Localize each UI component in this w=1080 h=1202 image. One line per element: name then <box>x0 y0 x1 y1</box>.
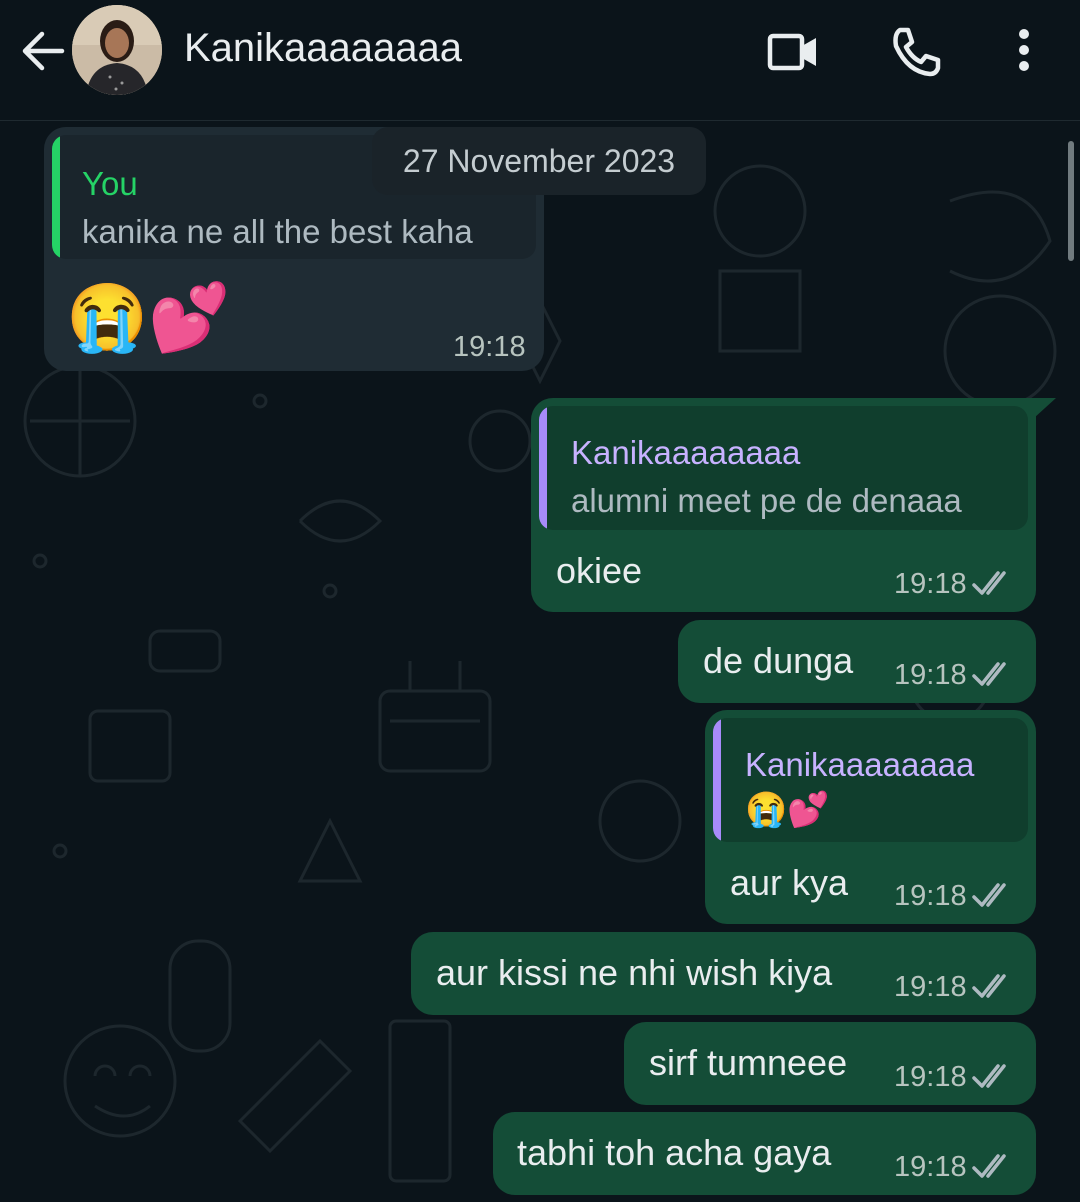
message-outgoing[interactable]: sirf tumneee 19:18 <box>624 1022 1036 1105</box>
message-text: tabhi toh acha gaya <box>517 1132 832 1173</box>
message-time: 19:18 <box>894 971 967 1003</box>
message-time: 19:18 <box>453 331 526 363</box>
back-arrow-icon[interactable] <box>18 26 68 76</box>
read-ticks-icon <box>972 1064 1006 1088</box>
message-outgoing[interactable]: aur kissi ne nhi wish kiya 19:18 <box>411 932 1036 1015</box>
bubble-tail-icon <box>1034 398 1056 418</box>
quote-accent-bar <box>539 406 547 530</box>
quote-text: kanika ne all the best kaha <box>82 213 473 250</box>
more-vertical-icon[interactable] <box>994 22 1054 82</box>
read-ticks-icon <box>972 883 1006 907</box>
message-time: 19:18 <box>894 568 967 600</box>
chat-header: Kanikaaaaaaaa <box>0 0 1080 121</box>
read-ticks-icon <box>972 1154 1006 1178</box>
message-outgoing[interactable]: Kanikaaaaaaaa alumni meet pe de denaaa o… <box>531 398 1036 612</box>
message-outgoing[interactable]: Kanikaaaaaaaa 😭💕 aur kya 19:18 <box>705 710 1036 924</box>
message-text: sirf tumneee <box>649 1042 848 1083</box>
read-ticks-icon <box>972 974 1006 998</box>
contact-name[interactable]: Kanikaaaaaaaa <box>184 26 462 71</box>
message-outgoing[interactable]: de dunga 19:18 <box>678 620 1036 703</box>
quote-sender: Kanikaaaaaaaa <box>571 434 801 471</box>
message-text: aur kya <box>730 862 849 903</box>
phone-icon[interactable] <box>886 22 946 82</box>
quote-accent-bar <box>713 718 721 842</box>
message-time: 19:18 <box>894 659 967 691</box>
quote-text: 😭💕 <box>745 791 830 829</box>
message-text: 😭💕 <box>66 280 231 354</box>
quote-sender: You <box>82 165 138 202</box>
message-time: 19:18 <box>894 1151 967 1183</box>
scrollbar[interactable] <box>1068 141 1074 261</box>
quote-accent-bar <box>52 135 60 259</box>
quote-sender: Kanikaaaaaaaa <box>745 746 975 783</box>
message-text: aur kissi ne nhi wish kiya <box>436 952 833 993</box>
reply-quote[interactable]: Kanikaaaaaaaa 😭💕 <box>713 718 1028 842</box>
message-time: 19:18 <box>894 1061 967 1093</box>
message-text: de dunga <box>703 640 854 681</box>
date-separator: 27 November 2023 <box>372 127 706 195</box>
read-ticks-icon <box>972 571 1006 595</box>
quote-text: alumni meet pe de denaaa <box>571 482 962 519</box>
video-call-icon[interactable] <box>764 22 824 82</box>
message-outgoing[interactable]: tabhi toh acha gaya 19:18 <box>493 1112 1036 1195</box>
message-text: okiee <box>556 550 643 591</box>
contact-avatar[interactable] <box>72 5 162 95</box>
read-ticks-icon <box>972 662 1006 686</box>
chat-area[interactable]: 27 November 2023 You kanika ne all the b… <box>0 121 1080 1202</box>
reply-quote[interactable]: Kanikaaaaaaaa alumni meet pe de denaaa <box>539 406 1028 530</box>
message-time: 19:18 <box>894 880 967 912</box>
